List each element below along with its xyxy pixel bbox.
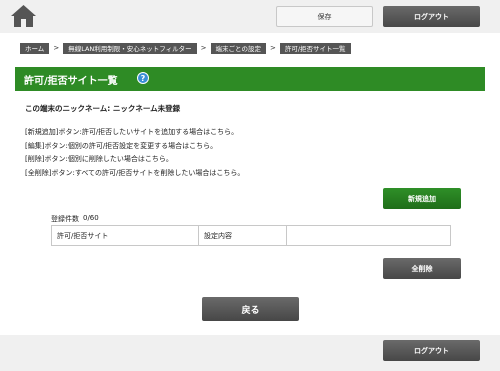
logout-button[interactable]: ログアウト — [383, 6, 480, 27]
site-table-header: 許可/拒否サイト 設定内容 — [51, 225, 451, 246]
breadcrumb-device-settings[interactable]: 端末ごとの設定 — [210, 42, 266, 54]
breadcrumb-separator: > — [200, 44, 207, 52]
top-toolbar: 保存 ログアウト — [0, 0, 500, 33]
back-button[interactable]: 戻る — [202, 297, 299, 321]
breadcrumb-wlan-filter[interactable]: 無線LAN利用制限・安心ネットフィルター — [63, 42, 197, 54]
help-line-add: [新規追加]ボタン:許可/拒否したいサイトを追加する場合はこちら。 — [25, 128, 239, 136]
count-label: 登録件数 — [51, 215, 79, 223]
breadcrumb: ホーム > 無線LAN利用制限・安心ネットフィルター > 端末ごとの設定 > 許… — [20, 42, 351, 54]
add-new-button[interactable]: 新規追加 — [383, 188, 461, 209]
column-header-site: 許可/拒否サイト — [52, 226, 199, 245]
nickname-label: この端末のニックネーム: — [25, 104, 111, 113]
save-button[interactable]: 保存 — [276, 6, 373, 27]
page-title-bar: 許可/拒否サイト一覧 ? — [15, 67, 485, 91]
column-header-actions — [287, 226, 450, 245]
question-icon[interactable]: ? — [137, 72, 149, 84]
home-icon[interactable] — [10, 4, 37, 28]
breadcrumb-separator: > — [269, 44, 276, 52]
page-title: 許可/拒否サイト一覧 — [24, 76, 118, 87]
help-text: [新規追加]ボタン:許可/拒否したいサイトを追加する場合はこちら。 [編集]ボタ… — [25, 126, 244, 180]
breadcrumb-current: 許可/拒否サイト一覧 — [279, 42, 351, 54]
nickname-line: この端末のニックネーム: ニックネーム未登録 — [25, 103, 180, 114]
help-line-edit: [編集]ボタン:個別の許可/拒否設定を変更する場合はこちら。 — [25, 141, 218, 150]
nickname-value: ニックネーム未登録 — [112, 104, 181, 113]
count-value: 0/60 — [83, 214, 99, 222]
help-line-delete: [削除]ボタン:個別に削除したい場合はこちら。 — [25, 155, 173, 163]
help-line-delete-all: [全削除]ボタン:すべての許可/拒否サイトを削除したい場合はこちら。 — [25, 168, 245, 177]
registered-count: 登録件数 0/60 — [51, 214, 99, 224]
delete-all-button[interactable]: 全削除 — [383, 258, 461, 279]
breadcrumb-separator: > — [53, 44, 60, 52]
breadcrumb-home[interactable]: ホーム — [20, 42, 50, 54]
bottom-toolbar: ログアウト — [0, 335, 500, 371]
column-header-setting: 設定内容 — [199, 226, 287, 245]
logout-button-bottom[interactable]: ログアウト — [383, 340, 480, 361]
